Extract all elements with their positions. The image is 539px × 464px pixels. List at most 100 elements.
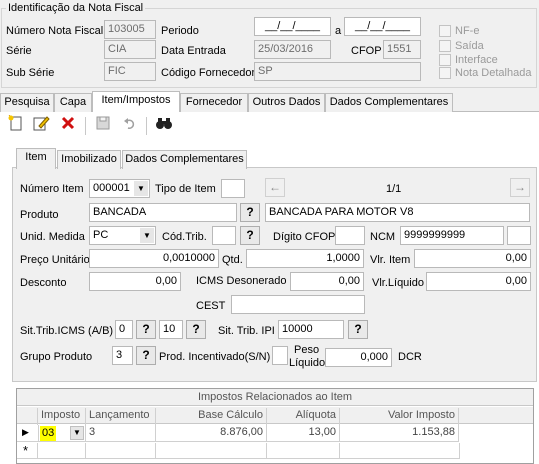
digito-cfop-field[interactable] — [335, 226, 365, 245]
new-icon[interactable] — [6, 114, 26, 135]
nfe-checkbox[interactable] — [439, 25, 451, 37]
item-position: 1/1 — [386, 183, 402, 195]
periodo-separator: a — [335, 25, 342, 37]
ncm-field[interactable]: 9999999999 — [400, 226, 504, 245]
produto-label: Produto — [20, 209, 59, 221]
periodo-from-field[interactable]: __/__/____ — [254, 17, 331, 36]
tab-capa[interactable]: Capa — [54, 93, 92, 112]
icms-desonerado-field[interactable]: 0,00 — [290, 272, 364, 291]
produto-lookup-button[interactable]: ? — [240, 203, 260, 222]
prod-incentivado-field[interactable] — [272, 346, 288, 365]
subtab-dados-complementares[interactable]: Dados Complementares — [122, 150, 247, 169]
data-entrada-field[interactable]: 25/03/2016 — [254, 40, 331, 59]
undo-icon[interactable] — [120, 115, 140, 135]
edit-icon[interactable] — [31, 115, 51, 135]
aliquota-cell[interactable]: 13,00 — [266, 425, 339, 442]
periodo-to-field[interactable]: __/__/____ — [344, 17, 421, 36]
tab-pesquisa[interactable]: Pesquisa — [0, 93, 54, 112]
desconto-field[interactable]: 0,00 — [89, 272, 181, 291]
vlr-item-label: Vlr. Item — [370, 254, 411, 266]
interface-checkbox[interactable] — [439, 54, 451, 66]
column-header-base-calculo[interactable]: Base Cálculo — [155, 408, 266, 425]
lancamento-cell[interactable]: 3 — [85, 425, 155, 442]
vlr-liquido-label: Vlr.Líquido — [372, 277, 424, 289]
chevron-down-icon[interactable]: ▼ — [134, 181, 148, 196]
next-item-button[interactable]: → — [510, 178, 530, 197]
sub-serie-label: Sub Série — [6, 67, 55, 79]
column-header-aliquota[interactable]: Alíquota — [266, 408, 339, 425]
arrow-right-icon: → — [514, 180, 526, 194]
grid-divider — [266, 443, 267, 459]
saida-checkbox[interactable] — [439, 40, 451, 52]
tab-fornecedor[interactable]: Fornecedor — [180, 93, 248, 112]
vlr-item-field[interactable]: 0,00 — [414, 249, 531, 268]
cfop-label: CFOP — [351, 45, 382, 57]
search-binoculars-icon[interactable] — [154, 115, 174, 135]
new-table-row[interactable] — [17, 443, 459, 459]
cfop-field[interactable]: 1551 — [383, 40, 421, 59]
sit-trib-ipi-lookup-button[interactable]: ? — [348, 320, 368, 339]
imposto-cell-select[interactable]: 03 ▼ — [38, 425, 85, 442]
ncm-extra-field[interactable] — [507, 226, 531, 245]
qtd-field[interactable]: 1,0000 — [246, 249, 364, 268]
cod-trib-lookup-button[interactable]: ? — [240, 226, 260, 245]
toolbar-separator — [146, 117, 147, 135]
subtab-item[interactable]: Item — [16, 148, 56, 169]
column-header-lancamento[interactable]: Lançamento — [85, 408, 155, 425]
numero-item-value: 000001 — [93, 182, 130, 194]
grid-divider — [459, 443, 460, 459]
sit-trib-icms-a-field[interactable]: 0 — [115, 320, 133, 339]
sub-serie-field[interactable]: FIC — [104, 62, 156, 81]
unid-medida-select[interactable]: PC ▼ — [89, 226, 156, 245]
sit-trib-icms-b-field[interactable]: 10 — [159, 320, 183, 339]
grid-divider — [37, 443, 38, 459]
grupo-produto-field[interactable]: 3 — [112, 346, 133, 365]
icms-desonerado-label: ICMS Desonerado — [196, 275, 287, 287]
periodo-label: Periodo — [161, 25, 199, 37]
grid-title: Impostos Relacionados ao Item — [197, 391, 353, 403]
valor-imposto-cell[interactable]: 1.153,88 — [339, 425, 459, 442]
sit-trib-icms-a-lookup-button[interactable]: ? — [136, 320, 156, 339]
qtd-label: Qtd. — [222, 254, 243, 266]
peso-liquido-field[interactable]: 0,000 — [325, 348, 392, 367]
numero-nota-field[interactable]: 103005 — [104, 20, 156, 39]
row-selector-arrow-icon: ▶ — [22, 427, 29, 437]
nota-detalhada-checkbox[interactable] — [439, 67, 451, 79]
prev-item-button[interactable]: ← — [265, 178, 285, 197]
grid-divider — [339, 443, 340, 459]
grupo-produto-label: Grupo Produto — [20, 351, 93, 363]
subtab-imobilizado[interactable]: Imobilizado — [57, 150, 121, 169]
preco-unitario-label: Preço Unitário — [20, 254, 90, 266]
numero-item-select[interactable]: 000001 ▼ — [89, 179, 150, 198]
cod-trib-field[interactable] — [212, 226, 236, 245]
unid-medida-label: Unid. Medida — [20, 231, 85, 243]
tab-item-impostos[interactable]: Item/Impostos — [92, 91, 180, 112]
grid-title-bar: Impostos Relacionados ao Item — [17, 389, 533, 406]
codigo-fornecedor-field[interactable]: SP — [254, 62, 421, 81]
base-calculo-cell[interactable]: 8.876,00 — [155, 425, 266, 442]
save-icon[interactable] — [93, 115, 113, 135]
arrow-left-icon: ← — [269, 180, 281, 194]
column-header-valor-imposto[interactable]: Valor Imposto — [339, 408, 459, 425]
delete-icon[interactable] — [58, 115, 78, 135]
tipo-item-field[interactable] — [221, 179, 245, 198]
chevron-down-icon[interactable]: ▼ — [140, 228, 154, 243]
chevron-down-icon[interactable]: ▼ — [70, 426, 84, 440]
column-header-imposto[interactable]: Imposto — [37, 408, 85, 425]
produto-code-field[interactable]: BANCADA — [89, 203, 237, 222]
produto-desc-field[interactable]: BANCADA PARA MOTOR V8 — [265, 203, 530, 222]
serie-field[interactable]: CIA — [104, 40, 156, 59]
cest-field[interactable] — [231, 295, 365, 314]
sit-trib-ipi-field[interactable]: 10000 — [278, 320, 344, 339]
sit-trib-icms-label: Sit.Trib.ICMS (A/B) — [20, 325, 114, 337]
grupo-produto-lookup-button[interactable]: ? — [136, 346, 156, 365]
tab-outros-dados[interactable]: Outros Dados — [248, 93, 325, 112]
sit-trib-icms-b-lookup-button[interactable]: ? — [186, 320, 206, 339]
liquido-label: Líquido — [289, 357, 326, 369]
tab-dados-complementares[interactable]: Dados Complementares — [325, 93, 453, 112]
vlr-liquido-field[interactable]: 0,00 — [426, 272, 531, 291]
new-row-asterisk-icon: * — [23, 443, 29, 458]
unid-medida-value: PC — [93, 229, 109, 241]
preco-unitario-field[interactable]: 0,0010000 — [89, 249, 219, 268]
grid-divider — [155, 443, 156, 459]
